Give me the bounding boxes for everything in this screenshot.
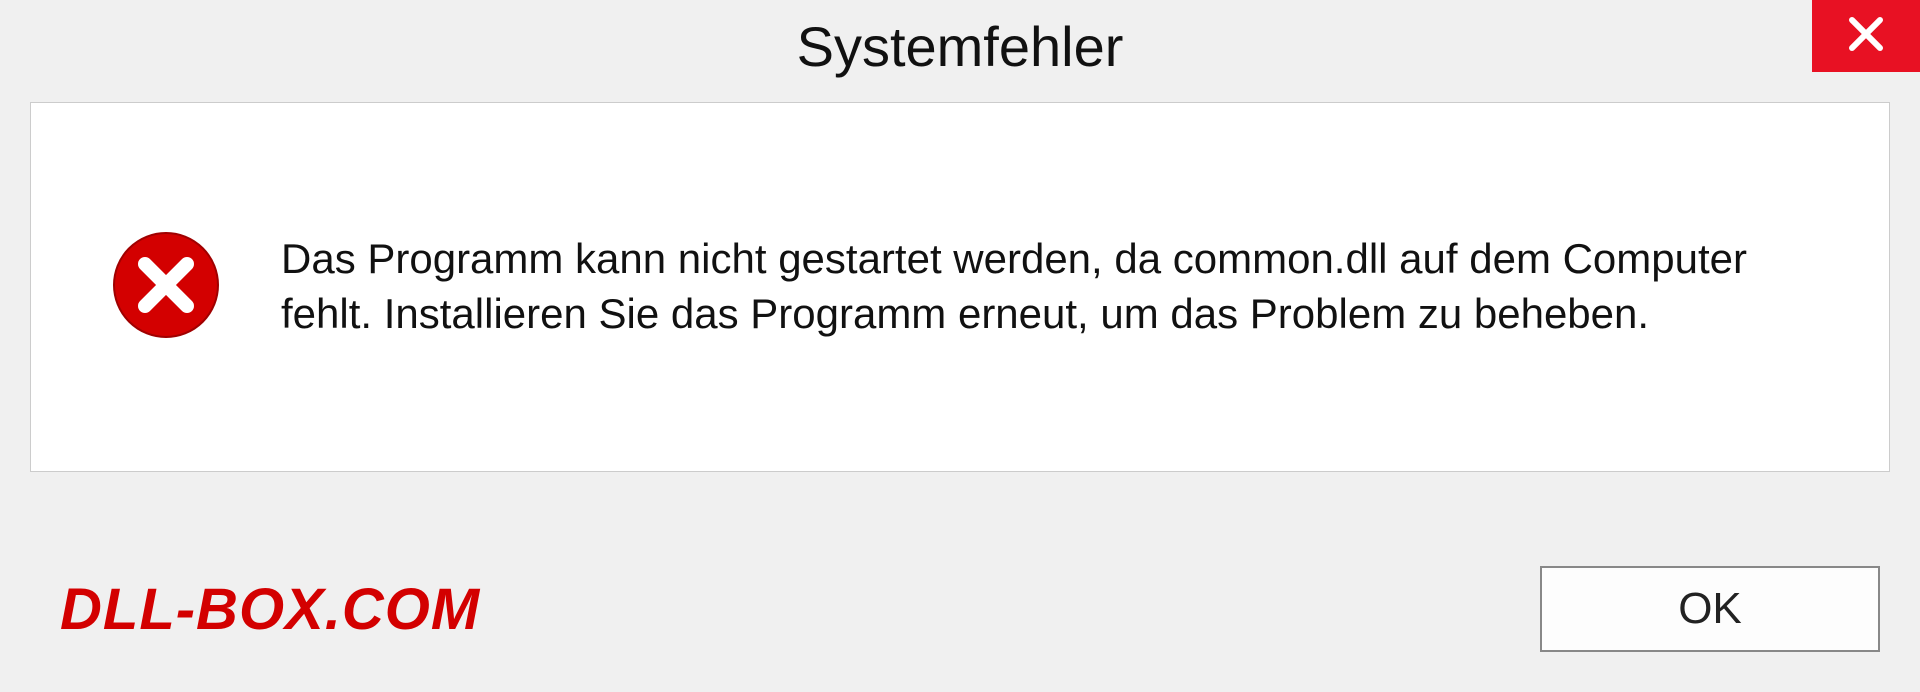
ok-button[interactable]: OK bbox=[1540, 566, 1880, 652]
dialog-title: Systemfehler bbox=[797, 14, 1124, 79]
close-icon bbox=[1846, 14, 1886, 59]
dialog-footer: DLL-BOX.COM OK bbox=[0, 546, 1920, 672]
ok-button-label: OK bbox=[1678, 584, 1742, 634]
content-panel: Das Programm kann nicht gestartet werden… bbox=[30, 102, 1890, 472]
titlebar: Systemfehler bbox=[0, 0, 1920, 92]
close-button[interactable] bbox=[1812, 0, 1920, 72]
error-message: Das Programm kann nicht gestartet werden… bbox=[281, 232, 1829, 341]
error-icon bbox=[111, 230, 221, 345]
error-dialog: Systemfehler Das Programm kann nicht ges… bbox=[0, 0, 1920, 692]
watermark-text: DLL-BOX.COM bbox=[60, 576, 480, 643]
